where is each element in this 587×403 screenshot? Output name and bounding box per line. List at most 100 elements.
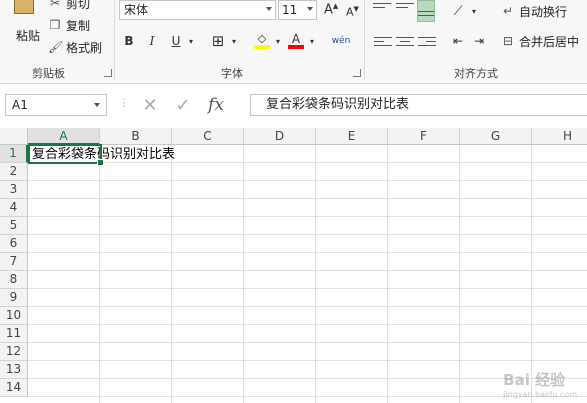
- fill-color-swatch: [254, 45, 270, 49]
- row-header-6[interactable]: 6: [0, 235, 28, 253]
- column-header-d[interactable]: D: [244, 128, 316, 145]
- ribbon: 粘贴 ✂ 剪切 ❐ 复制 🖌 格式刷 剪贴板 宋体 11 A▲ A▼ B I U…: [0, 0, 587, 84]
- row-header-3[interactable]: 3: [0, 181, 28, 199]
- fill-dropdown-icon[interactable]: ▾: [273, 31, 283, 51]
- brush-icon: 🖌: [48, 40, 64, 54]
- alignment-group-label: 对齐方式: [454, 67, 498, 80]
- name-box-value: A1: [12, 98, 28, 112]
- borders-dropdown-icon[interactable]: ▾: [229, 31, 239, 51]
- wrap-text-icon: ↵: [502, 4, 514, 18]
- decrease-indent-icon[interactable]: ⇤: [449, 31, 467, 51]
- shrink-font-label: A: [346, 5, 354, 19]
- name-box[interactable]: A1: [5, 94, 107, 116]
- formula-buttons: ✕ ✓ fx: [135, 94, 247, 116]
- phonetic-button[interactable]: wén: [330, 31, 352, 51]
- cut-label: 剪切: [66, 0, 91, 11]
- row-header-13[interactable]: 13: [0, 361, 28, 379]
- paste-label: 粘贴: [16, 29, 41, 43]
- row-header-14[interactable]: 14: [0, 379, 28, 397]
- align-right-icon[interactable]: [418, 34, 436, 50]
- grow-font-button[interactable]: A▲: [324, 2, 338, 17]
- column-header-c[interactable]: C: [172, 128, 244, 145]
- copy-label: 复制: [66, 18, 91, 33]
- underline-button[interactable]: U: [168, 31, 184, 51]
- row-header-9[interactable]: 9: [0, 289, 28, 307]
- grip-dots-icon: ⋮: [119, 98, 129, 109]
- clipboard-group-label: 剪贴板: [32, 67, 65, 80]
- row-header-2[interactable]: 2: [0, 163, 28, 181]
- format-painter-button[interactable]: 🖌 格式刷: [48, 38, 102, 56]
- group-divider: [114, 0, 115, 80]
- row-header-5[interactable]: 5: [0, 217, 28, 235]
- row-header-12[interactable]: 12: [0, 343, 28, 361]
- merge-cells-icon: ⊟: [502, 34, 514, 48]
- bold-button[interactable]: B: [121, 31, 137, 51]
- borders-icon[interactable]: ⊞: [209, 31, 227, 51]
- align-bottom-icon[interactable]: [417, 0, 435, 22]
- column-header-b[interactable]: B: [100, 128, 172, 145]
- increase-indent-icon[interactable]: ⇥: [470, 31, 488, 51]
- watermark-text: Bai 经验: [503, 371, 566, 389]
- chevron-down-icon: [307, 7, 313, 11]
- row-header-4[interactable]: 4: [0, 199, 28, 217]
- row-header-7[interactable]: 7: [0, 253, 28, 271]
- scissors-icon: ✂: [49, 0, 61, 10]
- insert-function-icon[interactable]: fx: [201, 95, 231, 115]
- wrap-text-button[interactable]: ↵ 自动换行: [501, 2, 567, 20]
- formula-bar: A1 ⋮ ✕ ✓ fx 复合彩袋条码识别对比表: [0, 84, 587, 128]
- chevron-down-icon: [94, 103, 100, 107]
- font-color-dropdown-icon[interactable]: ▾: [307, 31, 317, 51]
- underline-dropdown-icon[interactable]: ▾: [186, 31, 196, 51]
- font-name-value: 宋体: [124, 3, 149, 17]
- paste-button[interactable]: 粘贴: [6, 0, 42, 46]
- select-all-corner[interactable]: [0, 128, 28, 145]
- italic-button[interactable]: I: [144, 31, 160, 51]
- align-middle-icon[interactable]: [396, 0, 414, 16]
- align-center-icon[interactable]: [396, 34, 414, 50]
- column-header-f[interactable]: F: [388, 128, 460, 145]
- font-size-select[interactable]: 11: [278, 0, 317, 20]
- font-name-select[interactable]: 宋体: [119, 0, 276, 20]
- column-header-h[interactable]: H: [532, 128, 587, 145]
- paint-bucket-icon: ◇: [257, 32, 267, 45]
- active-cell-a1[interactable]: [28, 144, 104, 166]
- font-color-button[interactable]: A: [287, 31, 305, 51]
- group-divider: [364, 0, 365, 80]
- grow-font-label: A: [324, 2, 333, 18]
- formula-input[interactable]: 复合彩袋条码识别对比表: [250, 94, 587, 116]
- clipboard-icon: [14, 0, 34, 14]
- copy-button[interactable]: ❐ 复制: [48, 16, 90, 34]
- merge-center-button[interactable]: ⊟ 合并后居中: [501, 32, 579, 50]
- font-group-label: 字体: [221, 67, 243, 80]
- align-left-icon[interactable]: [374, 34, 392, 50]
- column-header-e[interactable]: E: [316, 128, 388, 145]
- column-header-g[interactable]: G: [460, 128, 532, 145]
- font-size-value: 11: [282, 3, 298, 17]
- clipboard-launcher-icon[interactable]: [104, 69, 112, 77]
- enter-check-icon[interactable]: ✓: [165, 95, 201, 116]
- row-header-8[interactable]: 8: [0, 271, 28, 289]
- cancel-icon[interactable]: ✕: [135, 95, 165, 116]
- row-header-1[interactable]: 1: [0, 145, 28, 163]
- font-launcher-icon[interactable]: [353, 69, 361, 77]
- wrap-text-label: 自动换行: [519, 4, 568, 19]
- font-color-label: A: [291, 32, 301, 46]
- font-color-swatch: [288, 45, 304, 49]
- copy-icon: ❐: [49, 18, 61, 32]
- cut-button[interactable]: ✂ 剪切: [48, 0, 90, 12]
- align-top-icon[interactable]: [373, 0, 391, 16]
- format-painter-label: 格式刷: [66, 40, 103, 55]
- merge-center-label: 合并后居中: [519, 34, 580, 49]
- baidu-watermark: Bai 经验 jingyan.baidu.com: [503, 369, 577, 399]
- orientation-icon[interactable]: ⟋: [447, 1, 469, 21]
- shrink-font-button[interactable]: A▼: [346, 5, 359, 19]
- cell-area[interactable]: [28, 145, 587, 403]
- chevron-down-icon: [266, 7, 272, 11]
- row-header-10[interactable]: 10: [0, 307, 28, 325]
- watermark-subtext: jingyan.baidu.com: [503, 390, 577, 399]
- fill-color-button[interactable]: ◇: [253, 31, 271, 51]
- worksheet-grid: ABCDEFGH 1 2 3 4 5 6 7 8 9 10 11 12 13 14 复合彩袋条码识别对比表: [0, 128, 587, 403]
- orientation-dropdown-icon[interactable]: ▾: [469, 1, 479, 21]
- row-header-11[interactable]: 11: [0, 325, 28, 343]
- column-header-a[interactable]: A: [28, 128, 100, 145]
